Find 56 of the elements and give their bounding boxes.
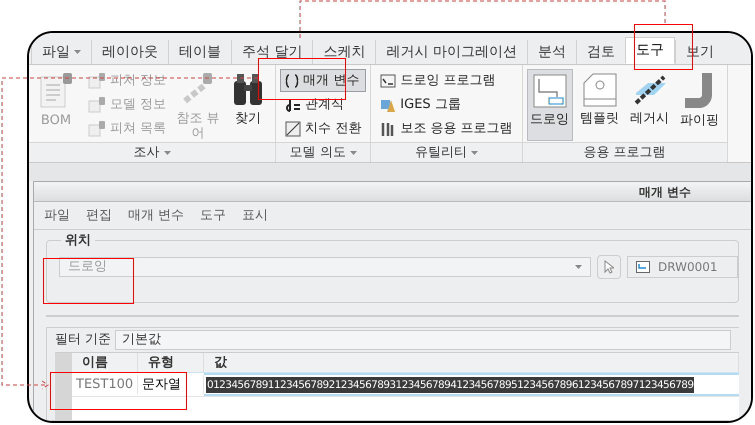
select-pointer-button[interactable] [597,255,621,279]
group-label[interactable]: 유틸리티 [371,142,522,162]
group-label[interactable]: 응용 프로그램 [522,142,727,162]
table-cell: TEST100 [72,374,138,394]
ribbon-button[interactable]: 템플릿 [576,69,623,141]
filter-label: 필터 기준 [55,331,112,350]
ribbon-button[interactable]: 드로잉 프로그램 [375,69,518,92]
info-cube-icon [88,120,106,136]
dimension-icon [285,120,302,136]
menu-item[interactable]: 도구 [200,206,226,226]
braces-icon [285,74,300,88]
value-field[interactable]: 01234567891123456789212345678931234567894123456789512345678961234567897123456789 [206,376,694,392]
ribbon-tab[interactable]: 레이아웃 [91,40,168,64]
template-sheet-icon [582,73,617,107]
ribbon-tab[interactable]: 주석 달기 [231,40,312,64]
ribbon-button[interactable]: 레거시 [626,69,673,141]
ribbon-button[interactable]: 파이핑 [676,69,723,141]
ribbon-tab[interactable]: 레거시 마이그레이션 [375,40,527,64]
ribbon-button[interactable]: IGES 그룹 [375,93,518,116]
program-icon [380,74,396,88]
d-equals-icon [285,98,302,112]
table-cell: 문자열 [138,374,204,394]
document-list-icon [39,73,73,109]
column-header[interactable]: 값 [204,353,739,372]
filter-field[interactable]: 기본값 [115,330,731,350]
ribbon-tab[interactable]: 분석 [526,40,576,64]
group-label[interactable]: 모델 의도 [276,142,370,162]
menu-item[interactable]: 표시 [242,206,268,226]
drawing-sheet-icon [636,261,650,273]
menu-item[interactable]: 매개 변수 [128,206,184,226]
tools-icon [380,120,396,136]
info-cube-icon [88,72,106,88]
drawing-sheet-icon [532,74,567,108]
info-cube-icon [88,96,106,112]
ribbon-button[interactable]: 찾기 [225,69,272,141]
ribbon-tab[interactable]: 도구 [624,37,675,64]
dialog-title: 매개 변수 [638,184,691,200]
caret-icon [575,265,582,269]
ribbon-button[interactable]: 보조 응용 프로그램 [375,117,518,140]
caret-icon [164,150,171,154]
column-header[interactable]: 유형 [138,353,204,372]
ribbon-tab[interactable]: 스케치 [312,40,376,64]
ribbon-button[interactable]: 드로잉 [526,69,573,141]
model-field[interactable]: DRW0001 [627,256,738,278]
caret-icon [74,50,81,54]
menu-item[interactable]: 파일 [44,206,70,226]
ribbon-tab[interactable]: 테이블 [168,40,231,64]
binoculars-icon [232,73,264,107]
menu-item[interactable]: 편집 [86,206,112,226]
pointer-icon [604,260,614,274]
caret-icon [350,150,357,154]
group-label[interactable]: 조사 [29,142,276,162]
ribbon-tab[interactable]: 파일 [31,40,91,64]
caret-icon [470,150,478,154]
column-header[interactable]: 이름 [72,353,138,372]
ribbon-button[interactable]: 치수 전환 [280,117,366,140]
